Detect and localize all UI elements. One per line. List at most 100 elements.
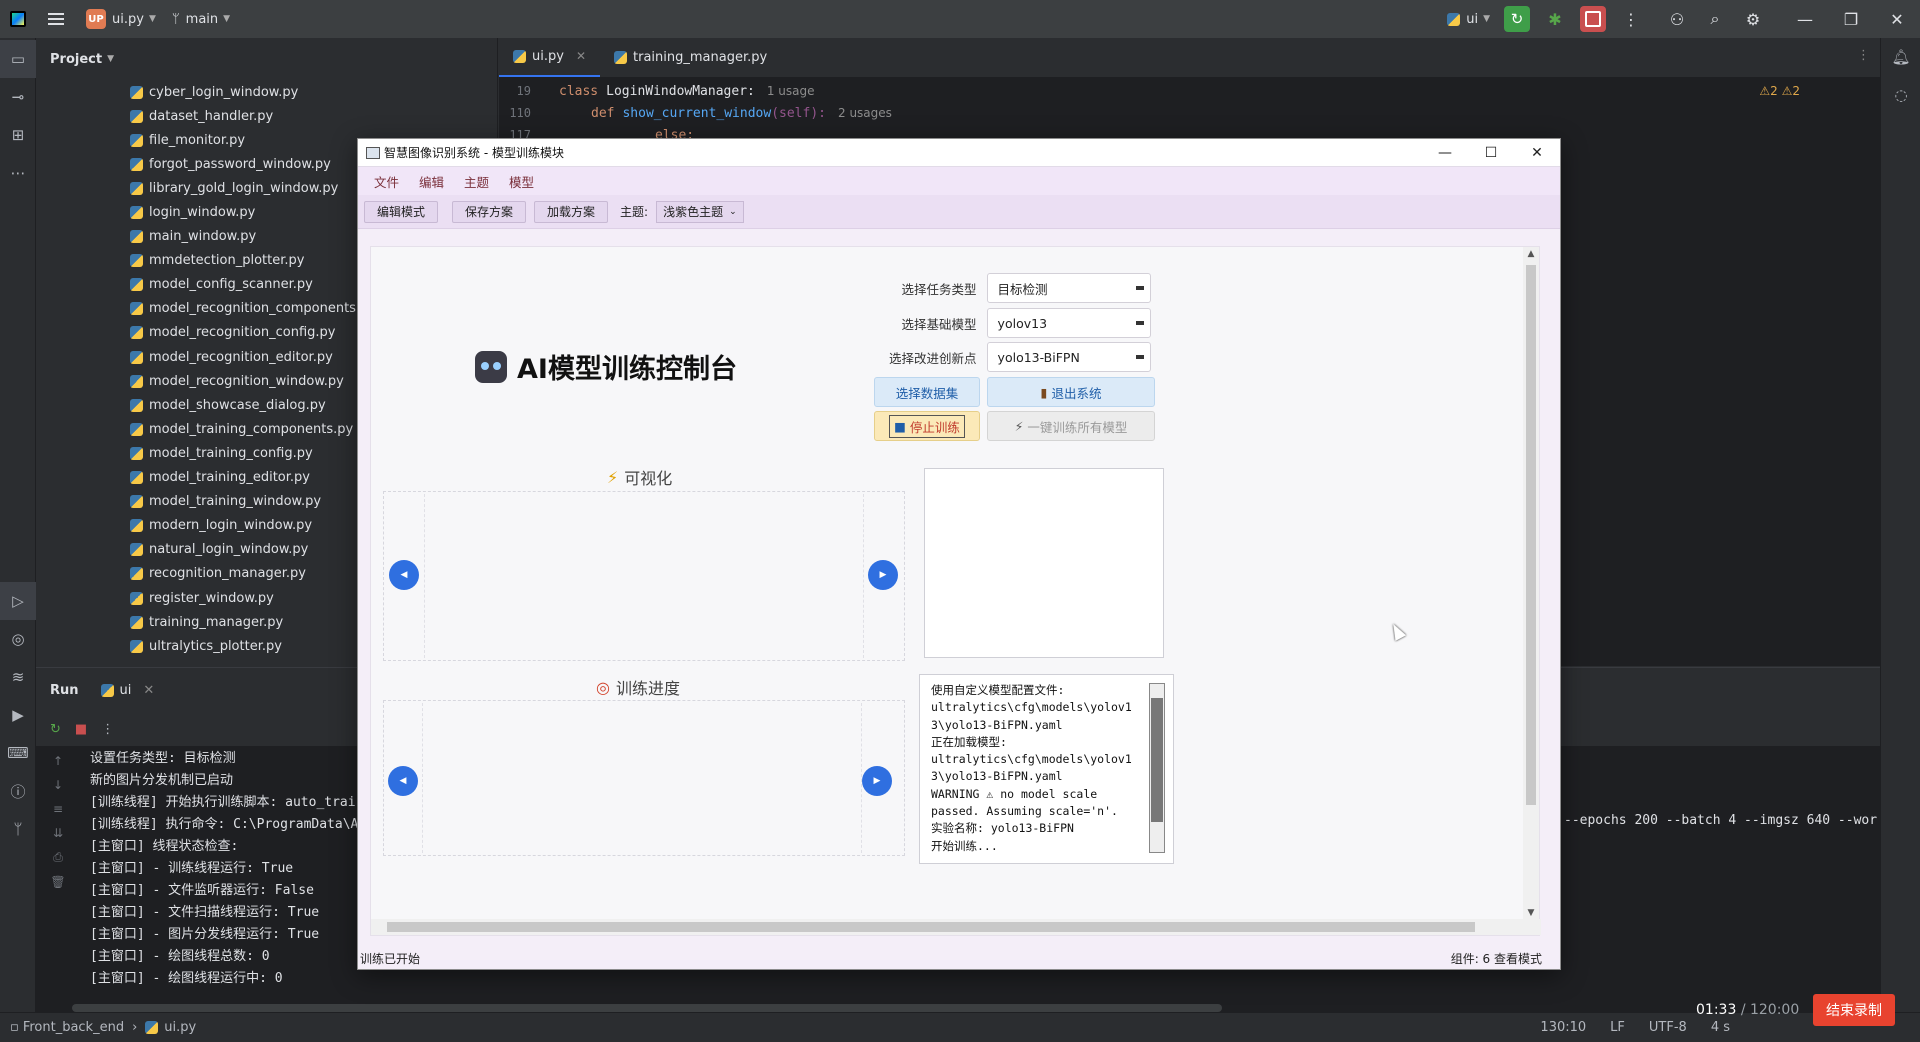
task-type-row: 选择任务类型 目标检测 — [871, 273, 1151, 303]
rerun-button[interactable]: ↻ — [1498, 0, 1536, 38]
visualize-next-button[interactable]: ▶ — [868, 560, 898, 590]
terminal-button[interactable]: ⌨ — [0, 734, 36, 772]
scroll-up-icon[interactable]: ▲ — [1523, 249, 1539, 259]
run-tab-label[interactable]: ui — [120, 683, 132, 698]
close-icon[interactable]: ✕ — [143, 683, 154, 698]
vscroll-thumb[interactable] — [1526, 265, 1536, 805]
restore-button[interactable]: ❐ — [1828, 0, 1874, 38]
file-tree-item[interactable]: cyber_login_window.py — [130, 80, 497, 104]
window-minimize-button[interactable]: — — [1422, 139, 1468, 167]
more-actions-button[interactable]: ⋮ — [1612, 0, 1650, 38]
menu-theme[interactable]: 主题 — [454, 172, 499, 191]
arrow-up-icon[interactable]: ↑ — [53, 754, 63, 768]
exit-system-button[interactable]: ▮ 退出系统 — [987, 377, 1155, 407]
select-dataset-button[interactable]: 选择数据集 — [874, 377, 980, 407]
tab-ui-py[interactable]: ui.py ✕ — [499, 37, 600, 77]
improvement-select[interactable]: yolo13-BiFPN — [986, 342, 1151, 372]
load-plan-button[interactable]: 加载方案 — [534, 200, 609, 223]
stop-icon[interactable]: ■ — [75, 722, 87, 737]
scroll-down-icon[interactable]: ▼ — [1523, 908, 1539, 918]
visualize-prev-button[interactable]: ◀ — [389, 560, 419, 590]
file-tree-item[interactable]: dataset_handler.py — [130, 104, 497, 128]
stop-training-label: 停止训练 — [909, 419, 960, 435]
progress-title-text: 训练进度 — [615, 679, 680, 698]
log-scrollbar-thumb[interactable] — [1151, 698, 1163, 822]
indent-setting[interactable]: 4 s — [1711, 1020, 1730, 1035]
project-selector[interactable]: UP ui.py ▼ — [78, 0, 164, 38]
breadcrumb-file[interactable]: ui.py — [164, 1020, 196, 1035]
main-menu-icon[interactable] — [48, 13, 64, 25]
stop-training-button[interactable]: ■ 停止训练 — [874, 411, 980, 441]
python-file-icon — [130, 543, 143, 557]
file-name: model_showcase_dialog.py — [149, 397, 326, 413]
scroll-end-icon[interactable]: ⇊ — [53, 826, 63, 840]
end-recording-button[interactable]: 结束录制 — [1813, 994, 1895, 1026]
project-tool-button[interactable]: ▭ — [0, 40, 36, 78]
arrow-down-icon[interactable]: ↓ — [53, 778, 63, 792]
menu-model[interactable]: 模型 — [499, 172, 544, 191]
git-button[interactable]: ᛘ — [0, 810, 36, 848]
close-button[interactable]: ✕ — [1874, 0, 1920, 38]
theme-select[interactable]: 浅紫色主题 ⌄ — [656, 200, 744, 223]
services-button[interactable]: ▶ — [0, 696, 36, 734]
ai-assistant-button[interactable]: ◌ — [1881, 76, 1920, 114]
structure-tool-button[interactable]: ⊞ — [0, 116, 36, 154]
project-panel-header[interactable]: Project ▼ — [36, 38, 497, 80]
workspace-hscrollbar[interactable] — [371, 919, 1541, 935]
usage-hint[interactable]: 2 usages — [838, 106, 892, 120]
menu-file[interactable]: 文件 — [364, 172, 409, 191]
tab-training-manager[interactable]: training_manager.py — [600, 37, 781, 77]
more-vertical-icon[interactable]: ⋮ — [101, 722, 114, 737]
breadcrumb-root[interactable]: Front_back_end — [23, 1020, 124, 1035]
edit-mode-button[interactable]: 编辑模式 — [364, 200, 439, 223]
branch-name: main — [185, 11, 219, 27]
window-maximize-button[interactable]: ☐ — [1468, 139, 1514, 167]
menu-edit[interactable]: 编辑 — [409, 172, 454, 191]
commit-tool-button[interactable]: ⊸ — [0, 78, 36, 116]
run-tool-button[interactable]: ▷ — [0, 582, 36, 620]
trash-icon[interactable]: 🗑︎ — [50, 875, 65, 889]
code-view[interactable]: 19 class LoginWindowManager: 1 usage 110… — [499, 78, 1880, 146]
chevron-down-icon: ▼ — [107, 54, 114, 64]
file-encoding[interactable]: UTF-8 — [1649, 1020, 1687, 1035]
workspace-vscrollbar[interactable]: ▲ ▼ — [1523, 247, 1539, 920]
soft-wrap-icon[interactable]: ≡ — [53, 802, 63, 816]
save-plan-button[interactable]: 保存方案 — [452, 200, 527, 223]
print-icon[interactable]: ⎙ — [53, 850, 63, 865]
caret-position[interactable]: 130:10 — [1540, 1020, 1586, 1035]
tabs-more-icon[interactable]: ⋮ — [1857, 48, 1870, 63]
python-packages-button[interactable]: ≋ — [0, 658, 36, 696]
rerun-icon[interactable]: ↻ — [50, 722, 61, 737]
log-scrollbar[interactable] — [1149, 683, 1165, 853]
console-hscrollbar[interactable] — [72, 1004, 1222, 1012]
progress-prev-button[interactable]: ◀ — [388, 766, 418, 796]
problems-button[interactable]: ⓘ — [0, 772, 36, 810]
file-name: model_recognition_config.py — [149, 325, 336, 341]
add-user-button[interactable]: ⚇ — [1658, 0, 1696, 38]
run-config-selector[interactable]: ui ▼ — [1439, 0, 1498, 38]
usage-hint[interactable]: 1 usage — [767, 84, 815, 98]
debug-button[interactable]: ✱ — [1536, 0, 1574, 38]
window-titlebar[interactable]: 智慧图像识别系统 - 模型训练模块 — ☐ ✕ — [358, 139, 1560, 167]
line-separator[interactable]: LF — [1610, 1020, 1625, 1035]
inspection-warnings[interactable]: ⚠2 ⚠2 — [1759, 84, 1800, 98]
base-model-select[interactable]: yolov13 — [986, 308, 1151, 338]
training-log[interactable]: 使用自定义模型配置文件: ultralytics\cfg\models\yolo… — [919, 674, 1174, 864]
close-icon[interactable]: ✕ — [576, 49, 586, 63]
minimize-button[interactable]: — — [1782, 0, 1828, 38]
stop-button[interactable] — [1574, 0, 1612, 38]
notifications-button[interactable]: 🔔︎ — [1881, 38, 1920, 76]
console-line: [主窗口] 线程状态检查: — [90, 839, 239, 854]
more-tools-button[interactable]: ⋯ — [0, 154, 36, 192]
python-console-button[interactable]: ◎ — [0, 620, 36, 658]
search-button[interactable]: ⌕ — [1696, 0, 1734, 38]
task-type-select[interactable]: 目标检测 — [986, 273, 1151, 303]
hscroll-thumb[interactable] — [387, 922, 1475, 932]
window-close-button[interactable]: ✕ — [1514, 139, 1560, 167]
recording-elapsed: 01:33 — [1696, 1002, 1737, 1018]
settings-button[interactable]: ⚙ — [1734, 0, 1772, 38]
progress-next-button[interactable]: ▶ — [862, 766, 892, 796]
console-output[interactable]: 设置任务类型: 目标检测 新的图片分发机制已启动 [训练线程] 开始执行训练脚本: … — [90, 748, 358, 990]
branch-selector[interactable]: ᛘ main ▼ — [164, 0, 238, 38]
train-all-button[interactable]: ⚡ 一键训练所有模型 — [987, 411, 1155, 441]
